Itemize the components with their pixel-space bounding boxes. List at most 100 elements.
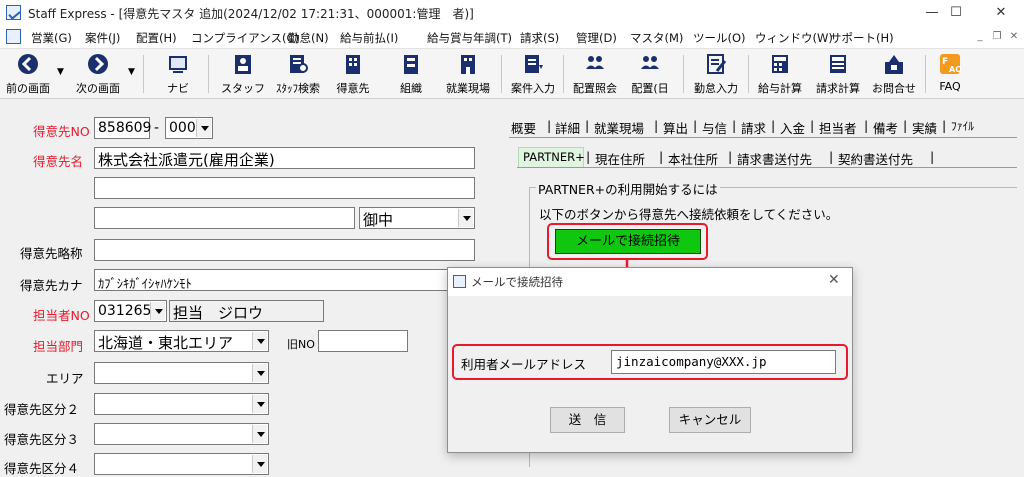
category4-select[interactable] (94, 453, 269, 475)
chevron-down-icon[interactable] (252, 364, 267, 382)
cancel-button-label: キャンセル (678, 412, 742, 427)
chevron-down-icon[interactable] (196, 119, 211, 137)
chevron-down-icon[interactable] (252, 455, 267, 473)
staff-search-button[interactable]: ｽﾀｯﾌ検索 (272, 51, 324, 97)
placement-daily-icon (641, 56, 659, 69)
dialog-close-icon[interactable]: ✕ (828, 272, 840, 288)
back-button[interactable]: 前の画面 (2, 51, 54, 97)
forward-dropdown-icon[interactable]: ▼ (128, 67, 135, 77)
tab-contract-address[interactable]: 契約書送付先 (838, 149, 913, 168)
chevron-down-icon[interactable] (458, 209, 473, 227)
old-no-input[interactable] (318, 330, 408, 352)
mdi-close-button[interactable]: ✕ (1006, 29, 1022, 45)
maximize-button[interactable]: ☐ (933, 0, 979, 25)
menu-placement[interactable]: 配置(H) (136, 30, 177, 46)
billing-button[interactable]: 請求計算 (812, 51, 864, 97)
tab-credit[interactable]: 与信 (702, 118, 727, 137)
customer-name-value: 株式会社派遣元(雇用企業) (98, 151, 275, 169)
tab-partner[interactable]: PARTNER+ (518, 147, 585, 167)
menu-jobs[interactable]: 案件(J) (85, 30, 120, 46)
send-button[interactable]: 送 信 (550, 407, 625, 433)
menu-salary-advance[interactable]: 給与前払(I) (340, 30, 398, 46)
customer-no-value: 858609 (98, 120, 152, 136)
category3-select[interactable] (94, 423, 269, 445)
category4-label: 得意先区分４ (4, 461, 80, 476)
customer-button[interactable]: 得意先 (330, 51, 376, 97)
short-name-input[interactable] (94, 239, 475, 261)
tab-payment[interactable]: 入金 (780, 118, 805, 137)
placement-inquiry-button[interactable]: 配置照会 (569, 51, 621, 97)
tab-overview[interactable]: 概要 (511, 118, 536, 137)
honorific-select[interactable]: 御中 (359, 207, 475, 229)
partner-group-title: PARTNER+の利用開始するには (536, 179, 720, 198)
category2-select[interactable] (94, 393, 269, 415)
menu-master[interactable]: マスタ(M) (630, 30, 683, 46)
mdi-window-icon[interactable] (6, 29, 21, 44)
customer-name2-input[interactable] (94, 177, 475, 199)
attendance-input-button[interactable]: 勤怠入力 (690, 51, 742, 97)
tab-partner-label: PARTNER+ (523, 150, 585, 164)
mdi-restore-button[interactable]: ❐ (989, 29, 1005, 45)
tab-headoffice-address[interactable]: 本社住所 (668, 149, 718, 168)
customer-no-separator: - (154, 120, 160, 136)
chevron-down-icon[interactable] (252, 425, 267, 443)
window-title: Staff Express - [得意先マスタ 追加(2024/12/02 17… (28, 7, 474, 21)
mdi-minimize-button[interactable]: _ (972, 29, 988, 45)
cancel-button[interactable]: キャンセル (669, 407, 751, 433)
dept-select[interactable]: 北海道・東北エリア (94, 330, 269, 352)
chevron-down-icon[interactable] (252, 332, 267, 350)
staff-icon (235, 55, 251, 74)
payroll-icon (772, 55, 788, 73)
tab-billing[interactable]: 請求 (741, 118, 766, 137)
customer-branch-select[interactable]: 000 (165, 117, 213, 139)
faq-button[interactable]: F AQ FAQ (930, 51, 970, 97)
forward-button[interactable]: 次の画面 (72, 51, 124, 97)
menu-compliance[interactable]: コンプライアンス(C) (191, 30, 299, 46)
menu-attendance[interactable]: 勤怠(N) (288, 30, 329, 46)
chevron-down-icon[interactable] (150, 302, 165, 320)
menu-admin[interactable]: 管理(D) (576, 30, 617, 46)
worksite-button[interactable]: 就業現場 (440, 51, 496, 97)
tab-current-address[interactable]: 現在住所 (595, 149, 645, 168)
chevron-down-icon[interactable] (252, 395, 267, 413)
area-select[interactable] (94, 362, 269, 384)
customer-name3-input[interactable] (94, 207, 355, 229)
tab-results[interactable]: 実績 (912, 118, 937, 137)
email-highlight-frame (452, 344, 848, 380)
attendance-input-icon (707, 54, 727, 74)
tab-worksite[interactable]: 就業現場 (594, 118, 644, 137)
dialog-title-bar: メールで接続招待 ✕ (448, 268, 852, 296)
tab-notes[interactable]: 備考 (873, 118, 898, 137)
dept-value: 北海道・東北エリア (98, 334, 234, 352)
placement-daily-button[interactable]: 配置(日 (627, 51, 673, 97)
staff-no-select[interactable]: 031265 (94, 300, 167, 322)
tab-calculation[interactable]: 算出 (663, 118, 688, 137)
job-input-button[interactable]: 案件入力 (507, 51, 559, 97)
worksite-button-label: 就業現場 (446, 82, 490, 95)
menu-sales[interactable]: 営業(G) (31, 30, 72, 46)
customer-no-input[interactable]: 858609 (94, 117, 152, 139)
back-arrow-icon (18, 54, 38, 74)
menu-billing[interactable]: 請求(S) (520, 30, 559, 46)
navi-button[interactable]: ナビ (155, 51, 201, 97)
tab-details[interactable]: 詳細 (555, 118, 580, 137)
menu-salary-bonus[interactable]: 給与賞与年調(T) (427, 30, 512, 46)
forward-arrow-icon (88, 54, 108, 74)
organization-button[interactable]: 組織 (388, 51, 434, 97)
kana-input[interactable]: ｶﾌﾞｼｷｶﾞｲｼｬﾊｹﾝﾓﾄ (94, 269, 475, 291)
invite-by-email-button[interactable]: メールで接続招待 (555, 229, 701, 254)
close-button[interactable]: ✕ (978, 0, 1024, 25)
tab-person-in-charge[interactable]: 担当者 (819, 118, 857, 137)
tab-invoice-address[interactable]: 請求書送付先 (737, 149, 812, 168)
customer-name-input[interactable]: 株式会社派遣元(雇用企業) (94, 147, 475, 169)
tab-file[interactable]: ﾌｧｲﾙ (951, 118, 974, 134)
attendance-input-button-label: 勤怠入力 (694, 82, 738, 95)
inquiry-button[interactable]: お問合せ (868, 51, 920, 97)
staff-no-label: 担当者NO (33, 308, 90, 323)
staff-button[interactable]: スタッフ (220, 51, 266, 97)
back-dropdown-icon[interactable]: ▼ (57, 67, 64, 77)
payroll-button[interactable]: 給与計算 (754, 51, 806, 97)
menu-tools[interactable]: ツール(O) (693, 30, 746, 46)
menu-window[interactable]: ウィンドウ(W) (755, 30, 833, 46)
menu-support[interactable]: サポート(H) (830, 30, 894, 46)
